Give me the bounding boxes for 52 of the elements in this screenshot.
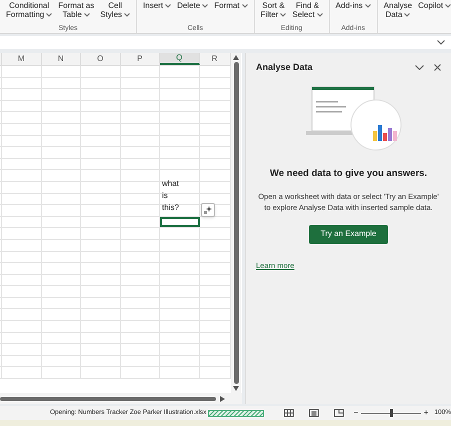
page-break-icon[interactable] <box>334 409 344 417</box>
caret-icon <box>202 4 208 8</box>
caret-icon <box>364 4 371 8</box>
pane-title: Analyse Data <box>256 61 313 74</box>
selected-cell[interactable] <box>160 216 200 228</box>
cell-text: is <box>162 190 168 200</box>
sparkle-icon <box>204 206 212 214</box>
ribbon-button[interactable]: Analyse Data <box>384 0 412 33</box>
caret-icon <box>404 12 410 17</box>
normal-view-icon[interactable] <box>284 409 294 417</box>
page-layout-icon[interactable] <box>308 409 319 417</box>
chevron-down-icon[interactable] <box>437 40 445 45</box>
caret-icon <box>165 4 172 8</box>
column-header[interactable]: N <box>42 53 81 65</box>
scroll-down-icon[interactable] <box>233 386 239 391</box>
zoom-in-button[interactable]: + <box>424 407 428 419</box>
zoom-slider[interactable] <box>361 409 421 417</box>
close-icon[interactable] <box>434 64 441 72</box>
horizontal-scrollbar[interactable] <box>0 393 242 404</box>
caret-icon <box>84 12 90 17</box>
caret-icon <box>445 4 451 8</box>
ribbon-button[interactable]: Conditional Formatting <box>6 0 52 24</box>
zoom-thumb[interactable] <box>390 409 392 417</box>
try-example-button[interactable]: Try an Example <box>308 224 388 244</box>
ribbon-button[interactable]: Insert <box>143 0 172 24</box>
column-header[interactable]: O <box>81 53 120 65</box>
ribbon-button[interactable]: Add-ins <box>336 0 371 24</box>
cell-text: this? <box>162 202 179 212</box>
scroll-thumb[interactable] <box>234 62 238 384</box>
ribbon-button[interactable]: Find & Select <box>292 0 323 24</box>
ribbon-button[interactable]: Copilot <box>418 0 451 33</box>
caret-icon <box>280 12 286 17</box>
ribbon-button[interactable]: Delete <box>177 0 208 24</box>
caret-icon <box>124 12 130 17</box>
paste-options-button[interactable] <box>201 203 215 217</box>
caret-icon <box>316 12 323 17</box>
zoom-out-button[interactable]: − <box>354 407 358 419</box>
caret-icon <box>242 4 248 8</box>
scroll-thumb[interactable] <box>0 396 216 400</box>
cell-text: what <box>162 179 179 188</box>
vertical-scrollbar[interactable] <box>231 53 241 393</box>
pane-heading: We need data to give you answers. <box>268 166 428 180</box>
ribbon-button[interactable]: Sort & Filter <box>260 0 286 24</box>
chevron-down-icon[interactable] <box>415 65 424 70</box>
column-header[interactable]: Q <box>160 53 200 65</box>
caret-icon <box>46 12 52 17</box>
scroll-up-icon[interactable] <box>233 55 239 60</box>
column-header[interactable]: M <box>2 53 42 65</box>
scroll-right-icon[interactable] <box>220 396 225 402</box>
ribbon-button[interactable]: Cell Styles <box>100 0 130 24</box>
ribbon-button[interactable]: Format as Table <box>58 0 94 24</box>
ribbon-button[interactable]: Format <box>214 0 248 24</box>
